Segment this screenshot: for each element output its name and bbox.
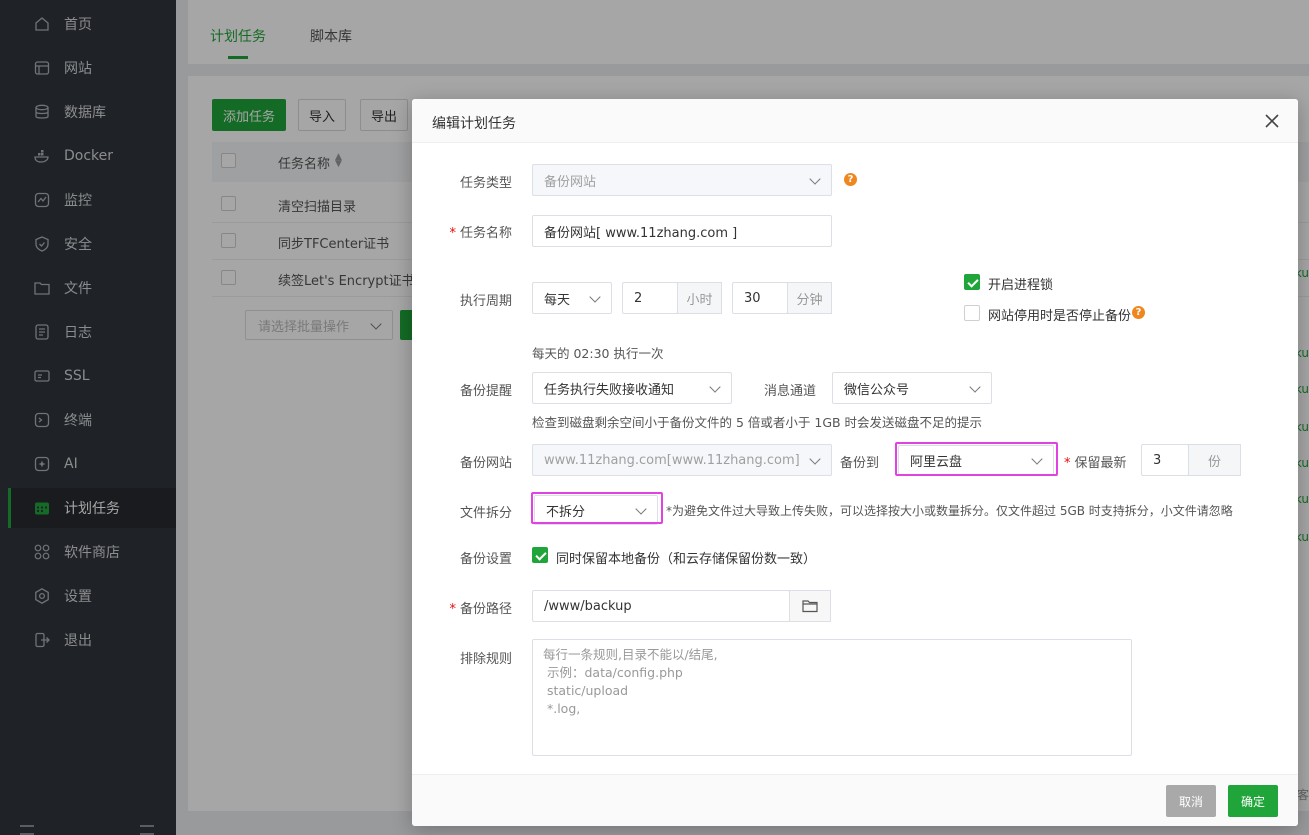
- keep-count-input[interactable]: 3: [1141, 444, 1189, 476]
- backup-site-label: 备份网站: [459, 456, 512, 471]
- chevron-down-icon: [809, 173, 821, 185]
- reminder-select[interactable]: 任务执行失败接收通知: [532, 372, 732, 404]
- keep-local-label: 同时保留本地备份（和云存储保留份数一致）: [556, 552, 817, 567]
- chevron-down-icon: [709, 381, 721, 393]
- help-icon[interactable]: ?: [844, 173, 857, 186]
- exclude-rules-textarea[interactable]: 每行一条规则,目录不能以/结尾, 示例：data/config.php stat…: [532, 639, 1132, 756]
- help-icon[interactable]: ?: [1132, 306, 1145, 319]
- chevron-down-icon: [969, 381, 981, 393]
- disk-hint: 检查到磁盘剩余空间小于备份文件的 5 倍或者小于 1GB 时会发送磁盘不足的提示: [532, 415, 983, 430]
- task-name-value: 备份网站[ www.11zhang.com ]: [544, 225, 738, 241]
- hour-unit: 小时: [677, 282, 722, 314]
- backup-path-input[interactable]: /www/backup: [532, 590, 790, 622]
- backup-path-label: * 备份路径: [449, 602, 512, 617]
- close-icon[interactable]: [1262, 111, 1282, 131]
- dialog-header: 编辑计划任务: [412, 99, 1298, 143]
- task-type-value: 备份网站: [544, 174, 597, 190]
- task-type-label: 任务类型: [459, 176, 512, 191]
- split-hint: *为避免文件过大导致上传失败，可以选择按大小或数量拆分。仅文件超过 5GB 时支…: [666, 504, 1233, 518]
- chevron-down-icon: [809, 453, 821, 465]
- task-name-label: * 任务名称: [449, 226, 512, 241]
- highlight-box: [531, 492, 663, 524]
- cycle-label: 执行周期: [459, 294, 512, 309]
- minute-unit: 分钟: [787, 282, 832, 314]
- backup-setting-label: 备份设置: [459, 552, 512, 567]
- channel-value: 微信公众号: [844, 382, 910, 398]
- edit-task-dialog: 编辑计划任务 任务类型 备份网站 ? * 任务名称 备份网站[ www.11zha…: [412, 99, 1298, 826]
- hour-value: 2: [634, 290, 643, 306]
- highlight-box: [895, 442, 1058, 476]
- cycle-summary: 每天的 02:30 执行一次: [532, 346, 664, 361]
- task-type-select[interactable]: 备份网站: [532, 164, 832, 196]
- backup-site-select[interactable]: www.11zhang.com[www.11zhang.com]: [532, 444, 832, 476]
- split-label: 文件拆分: [459, 506, 512, 521]
- cancel-button[interactable]: 取消: [1166, 785, 1216, 817]
- keep-local-checkbox[interactable]: [532, 547, 548, 563]
- channel-select[interactable]: 微信公众号: [832, 372, 992, 404]
- keep-latest-label: * 保留最新: [1064, 456, 1127, 471]
- process-lock-label: 开启进程锁: [988, 278, 1054, 293]
- dialog-footer: 取消 确定: [412, 774, 1298, 826]
- reminder-label: 备份提醒: [459, 384, 512, 399]
- backup-site-value: www.11zhang.com[www.11zhang.com]: [544, 452, 800, 468]
- reminder-value: 任务执行失败接收通知: [544, 382, 675, 398]
- dialog-title: 编辑计划任务: [432, 116, 516, 132]
- hour-input[interactable]: 2: [622, 282, 678, 314]
- minute-value: 30: [744, 290, 761, 306]
- backup-path-value: /www/backup: [544, 598, 632, 614]
- task-name-input[interactable]: 备份网站[ www.11zhang.com ]: [532, 215, 832, 247]
- confirm-button[interactable]: 确定: [1228, 785, 1278, 817]
- keep-count-value: 3: [1153, 452, 1162, 468]
- period-value: 每天: [544, 292, 571, 308]
- minute-input[interactable]: 30: [732, 282, 788, 314]
- exclude-label: 排除规则: [459, 652, 512, 667]
- backup-to-label: 备份到: [840, 456, 880, 471]
- keep-unit: 份: [1188, 444, 1241, 476]
- period-select[interactable]: 每天: [532, 282, 612, 314]
- chevron-down-icon: [589, 291, 601, 303]
- folder-icon[interactable]: [789, 590, 831, 622]
- stop-backup-checkbox[interactable]: [964, 305, 980, 321]
- stop-backup-label: 网站停用时是否停止备份: [988, 309, 1132, 324]
- channel-label: 消息通道: [764, 384, 817, 399]
- process-lock-checkbox[interactable]: [964, 274, 980, 290]
